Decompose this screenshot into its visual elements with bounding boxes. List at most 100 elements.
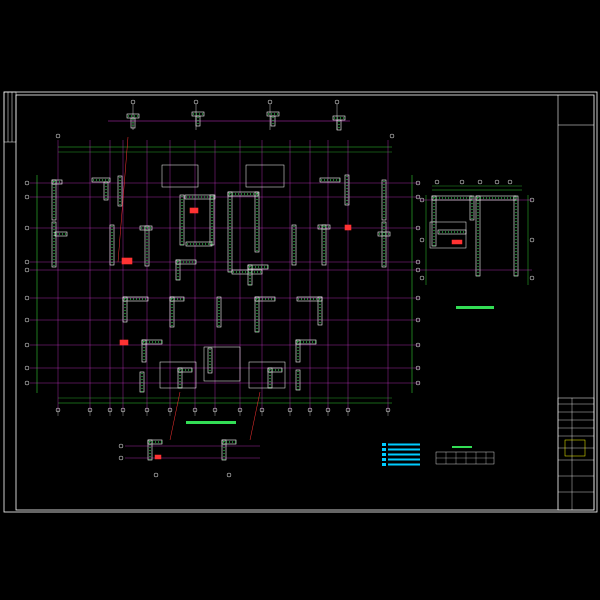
rebar-dot xyxy=(324,226,327,228)
shear-wall xyxy=(179,194,185,246)
rebar-dot xyxy=(273,298,276,300)
rebar-dot xyxy=(223,452,225,455)
rebar-dot xyxy=(477,229,479,232)
rebar-dot xyxy=(297,358,299,361)
rebar-dot xyxy=(515,199,517,202)
rebar-dot xyxy=(249,271,251,274)
rebar-dot xyxy=(319,312,321,315)
rebar-dot xyxy=(181,234,183,237)
rebar-dot xyxy=(218,297,220,300)
rebar-dot xyxy=(187,369,190,371)
shear-wall xyxy=(51,179,63,185)
legend-swatch xyxy=(382,453,386,456)
rebar-dot xyxy=(256,318,258,321)
rebar-dot xyxy=(181,369,184,371)
rebar-dot xyxy=(126,298,129,300)
rebar-dot xyxy=(438,197,441,199)
rebar-dot xyxy=(222,441,225,443)
rebar-dot xyxy=(218,303,220,306)
rebar-dot xyxy=(119,194,121,197)
rebar-dot xyxy=(58,233,61,235)
rebar-dot xyxy=(346,181,348,184)
rebar-dot xyxy=(53,228,55,231)
rebar-dot xyxy=(111,252,113,255)
rebar-dot xyxy=(444,231,447,233)
rebar-dot xyxy=(477,214,479,217)
rebar-dot xyxy=(229,213,231,216)
bottom-details xyxy=(118,439,260,478)
axis-bubble xyxy=(24,225,30,231)
rebar-dot xyxy=(249,193,252,195)
rebar-dot xyxy=(515,205,517,208)
rebar-dot xyxy=(303,298,306,300)
rebar-dot xyxy=(306,298,309,300)
rebar-dot xyxy=(297,298,300,300)
rebar-dot xyxy=(105,197,107,200)
rebar-dot xyxy=(209,363,211,366)
rebar-dot xyxy=(256,195,258,198)
detail-wall xyxy=(431,195,437,247)
rebar-dot xyxy=(143,227,146,229)
rebar-dot xyxy=(211,204,213,207)
rebar-dot xyxy=(229,264,231,267)
rebar-dot xyxy=(482,197,485,199)
rebar-dot xyxy=(229,237,231,240)
rebar-dot xyxy=(477,262,479,265)
rebar-dot xyxy=(477,232,479,235)
rebar-dot xyxy=(249,280,251,283)
rebar-dot xyxy=(477,238,479,241)
rebar-dot xyxy=(229,267,231,270)
rebar-dot xyxy=(319,321,321,324)
rebar-dot xyxy=(383,183,385,186)
shear-wall xyxy=(227,191,259,197)
rebar-dot xyxy=(477,256,479,259)
rebar-dot xyxy=(515,268,517,271)
rebar-dot xyxy=(433,205,435,208)
rebar-dot xyxy=(154,441,157,443)
rebar-dot xyxy=(256,201,258,204)
rebar-dot xyxy=(176,261,179,263)
shear-wall xyxy=(141,339,147,363)
rebar-dot xyxy=(223,449,225,452)
rebar-dot xyxy=(433,229,435,232)
rebar-dot xyxy=(383,240,385,243)
legend-swatch xyxy=(382,458,386,461)
shear-wall xyxy=(169,296,175,328)
rebar-dot xyxy=(383,201,385,204)
rebar-dot xyxy=(149,446,151,449)
rebar-dot xyxy=(160,341,163,343)
rebar-dot xyxy=(111,258,113,261)
legend-text-bar xyxy=(388,448,420,451)
axis-bubble xyxy=(334,99,340,105)
rebar-dot xyxy=(515,265,517,268)
rebar-dot xyxy=(456,197,459,199)
rebar-dot xyxy=(323,258,325,261)
rebar-dot xyxy=(211,207,213,210)
rebar-dot xyxy=(383,237,385,240)
rebar-dot xyxy=(432,197,435,199)
rebar-dot xyxy=(179,374,181,377)
rebar-dot xyxy=(136,115,139,117)
rebar-dot xyxy=(141,384,143,387)
rebar-dot xyxy=(485,197,488,199)
rebar-dot xyxy=(107,179,110,181)
rebar-dot xyxy=(181,213,183,216)
rebar-dot xyxy=(256,315,258,318)
axis-bubble xyxy=(459,179,465,185)
rebar-dot xyxy=(53,252,55,255)
rebar-dot xyxy=(184,369,187,371)
rebar-dot xyxy=(146,259,148,262)
rebar-dot xyxy=(148,441,151,443)
rebar-dot xyxy=(256,324,258,327)
rebar-dot xyxy=(433,244,435,247)
rebar-dot xyxy=(272,116,274,119)
rebar-dot xyxy=(323,249,325,252)
rebar-dot xyxy=(323,243,325,246)
highlighted-member xyxy=(451,239,463,245)
axis-bubble xyxy=(529,237,535,243)
axis-bubble xyxy=(24,267,30,273)
rebar-dot xyxy=(111,249,113,252)
rebar-dot xyxy=(263,266,266,268)
rebar-dot xyxy=(515,211,517,214)
rebar-dot xyxy=(260,266,263,268)
